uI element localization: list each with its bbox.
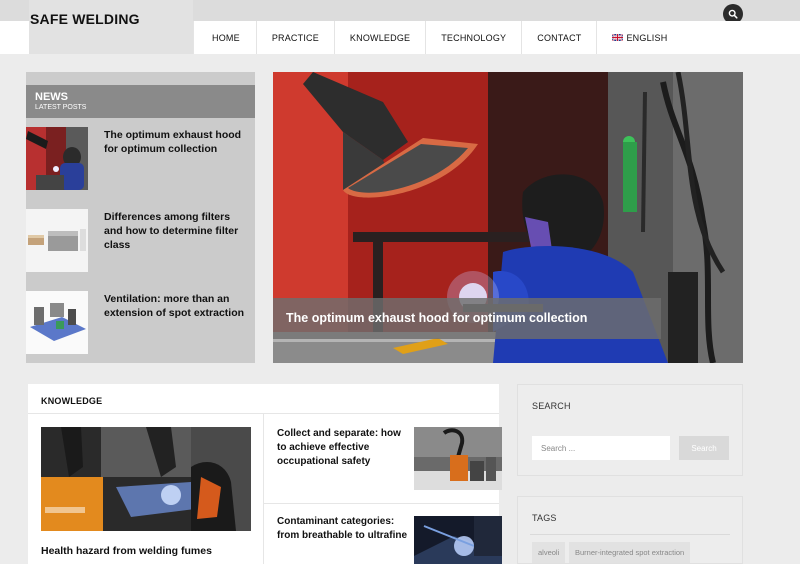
nav-home[interactable]: HOME [193, 21, 257, 54]
language-label: ENGLISH [626, 32, 668, 43]
news-thumbnail[interactable] [26, 209, 88, 272]
nav-practice[interactable]: PRACTICE [257, 21, 335, 54]
hero-slider[interactable]: The optimum exhaust hood for optimum col… [273, 72, 743, 363]
search-input[interactable] [532, 436, 670, 460]
news-item-title[interactable]: Differences among filters and how to det… [104, 210, 249, 252]
news-item-title[interactable]: Ventilation: more than an extension of s… [104, 292, 249, 320]
hero-caption[interactable]: The optimum exhaust hood for optimum col… [273, 298, 661, 339]
search-button[interactable]: Search [679, 436, 729, 460]
tags-widget-title: TAGS [532, 513, 557, 523]
news-subtitle: LATEST POSTS [35, 104, 87, 111]
news-thumbnail[interactable] [26, 291, 88, 354]
nav-technology[interactable]: TECHNOLOGY [426, 21, 523, 54]
search-widget: SEARCH Search [517, 384, 743, 476]
logo-box[interactable] [29, 0, 193, 54]
nav-knowledge[interactable]: KNOWLEDGE [335, 21, 427, 54]
tag-link[interactable]: Burner-integrated spot extraction [569, 542, 691, 563]
news-title: NEWS [35, 91, 68, 103]
knowledge-title: KNOWLEDGE [41, 396, 103, 406]
knowledge-section: KNOWLEDGE Health hazard from welding fum… [28, 384, 502, 564]
divider [530, 534, 730, 535]
news-item[interactable]: Ventilation: more than an extension of s… [26, 291, 255, 355]
news-item[interactable]: Differences among filters and how to det… [26, 209, 255, 273]
news-thumbnail[interactable] [26, 127, 88, 190]
main-nav: HOME PRACTICE KNOWLEDGE TECHNOLOGY CONTA… [193, 21, 682, 54]
featured-article-image[interactable] [41, 427, 251, 531]
divider [264, 503, 499, 504]
article-title[interactable]: Collect and separate: how to achieve eff… [277, 427, 407, 469]
language-switcher[interactable]: ENGLISH [597, 21, 682, 54]
article-image[interactable] [414, 427, 502, 490]
article-title[interactable]: Contaminant categories: from breathable … [277, 515, 407, 543]
nav-contact[interactable]: CONTACT [522, 21, 598, 54]
search-widget-title: SEARCH [532, 401, 571, 411]
tag-link[interactable]: alveoli [532, 542, 566, 563]
featured-article-title[interactable]: Health hazard from welding fumes [41, 545, 212, 557]
news-item-title[interactable]: The optimum exhaust hood for optimum col… [104, 128, 249, 156]
divider [263, 414, 264, 564]
site-logo[interactable]: SAFE WELDING [30, 11, 140, 27]
news-panel: NEWS LATEST POSTS The optimum exhaust ho… [26, 72, 255, 363]
uk-flag-icon [612, 34, 624, 41]
news-item[interactable]: The optimum exhaust hood for optimum col… [26, 127, 255, 191]
news-header: NEWS LATEST POSTS [26, 85, 255, 118]
article-image[interactable] [414, 516, 502, 564]
tags-widget: TAGS alveoli Burner-integrated spot extr… [517, 496, 743, 564]
search-icon [728, 9, 738, 19]
